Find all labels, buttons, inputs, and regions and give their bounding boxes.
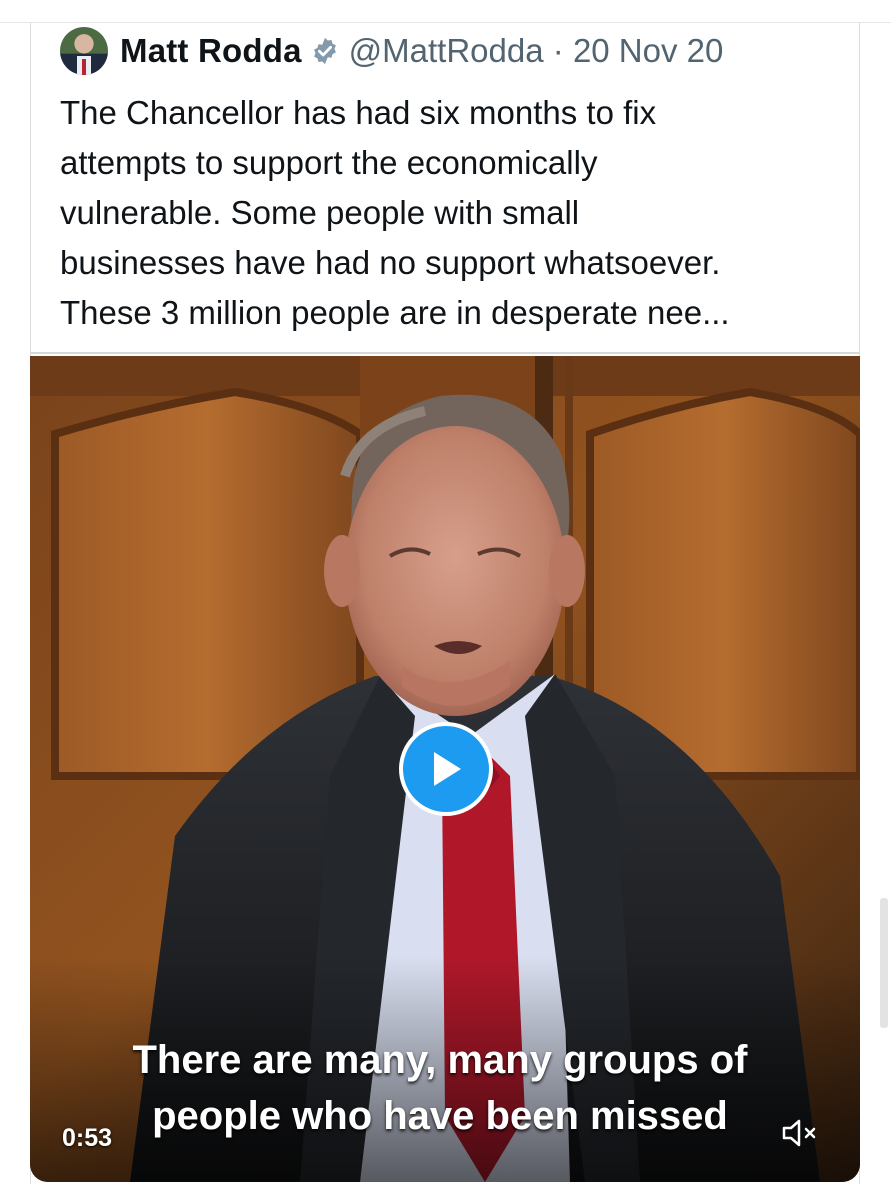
post-text: The Chancellor has had six months to fix… bbox=[60, 88, 850, 338]
author-handle-text[interactable]: @MattRodda bbox=[349, 32, 544, 69]
page-scrollbar-thumb[interactable] bbox=[880, 898, 888, 1028]
play-button[interactable] bbox=[399, 722, 493, 816]
post-header: Matt Rodda @MattRodda · 20 Nov 20 bbox=[60, 26, 723, 76]
meta-separator: · bbox=[552, 32, 564, 69]
post-text-line: attempts to support the economically bbox=[60, 144, 598, 181]
post-text-line: These 3 million people are in desperate … bbox=[60, 294, 730, 331]
media-top-border bbox=[30, 352, 860, 354]
video-duration: 0:53 bbox=[62, 1124, 113, 1152]
video-subtitle-line: There are many, many groups of bbox=[132, 1038, 748, 1082]
author-avatar[interactable] bbox=[60, 27, 108, 75]
video-subtitle-line: people who have been missed bbox=[152, 1094, 728, 1138]
post-date[interactable]: 20 Nov 20 bbox=[573, 32, 723, 69]
author-name[interactable]: Matt Rodda bbox=[120, 32, 302, 70]
muted-speaker-icon[interactable] bbox=[780, 1118, 820, 1148]
play-icon bbox=[434, 752, 461, 786]
post-text-line: businesses have had no support whatsoeve… bbox=[60, 244, 721, 281]
author-handle[interactable]: @MattRodda · 20 Nov 20 bbox=[349, 32, 724, 70]
verified-badge-icon bbox=[313, 37, 336, 65]
post-text-line: vulnerable. Some people with small bbox=[60, 194, 580, 231]
post-text-line: The Chancellor has had six months to fix bbox=[60, 94, 657, 131]
